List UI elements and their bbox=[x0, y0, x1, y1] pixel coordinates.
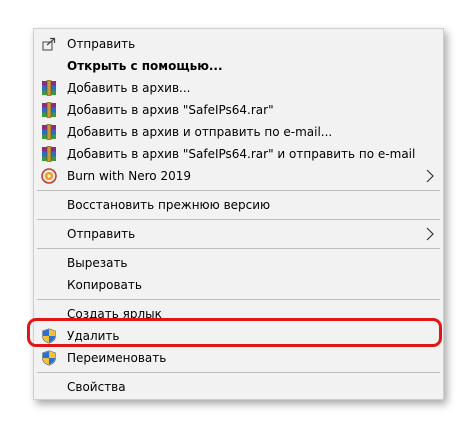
menu-item-properties[interactable]: Свойства bbox=[34, 376, 443, 398]
nero-icon bbox=[41, 168, 57, 184]
menu-item-label: Отправить bbox=[67, 227, 136, 241]
menu-item-label: Восстановить прежнюю версию bbox=[67, 198, 271, 212]
menu-item-label: Открыть с помощью... bbox=[67, 59, 223, 73]
menu-item-label: Отправить bbox=[67, 37, 136, 51]
uac-shield-icon bbox=[42, 350, 56, 366]
menu-separator bbox=[37, 372, 440, 373]
screenshot-canvas: Отправить Открыть с помощью... Добавить … bbox=[0, 0, 474, 430]
menu-item-rename[interactable]: Переименовать bbox=[34, 347, 443, 369]
menu-item-share[interactable]: Отправить bbox=[34, 33, 443, 55]
winrar-icon bbox=[42, 124, 56, 140]
menu-item-label: Свойства bbox=[67, 380, 126, 394]
winrar-icon bbox=[42, 146, 56, 162]
menu-item-open-with[interactable]: Открыть с помощью... bbox=[34, 55, 443, 77]
menu-item-label: Добавить в архив... bbox=[67, 81, 191, 95]
chevron-right-icon bbox=[426, 227, 434, 241]
menu-separator bbox=[37, 299, 440, 300]
menu-item-burn-with-nero[interactable]: Burn with Nero 2019 bbox=[34, 165, 443, 187]
winrar-icon bbox=[42, 80, 56, 96]
menu-item-add-to-archive[interactable]: Добавить в архив... bbox=[34, 77, 443, 99]
delete-highlight-frame bbox=[27, 318, 442, 347]
menu-item-label: Копировать bbox=[67, 278, 142, 292]
menu-item-add-named-archive-and-email[interactable]: Добавить в архив "SafeIPs64.rar" и отпра… bbox=[34, 143, 443, 165]
menu-separator bbox=[37, 190, 440, 191]
menu-item-copy[interactable]: Копировать bbox=[34, 274, 443, 296]
menu-item-label: Добавить в архив "SafeIPs64.rar" и отпра… bbox=[67, 147, 416, 161]
menu-item-restore-previous-version[interactable]: Восстановить прежнюю версию bbox=[34, 194, 443, 216]
winrar-icon bbox=[42, 102, 56, 118]
chevron-right-icon bbox=[426, 169, 434, 183]
menu-item-add-to-named-archive[interactable]: Добавить в архив "SafeIPs64.rar" bbox=[34, 99, 443, 121]
menu-item-label: Добавить в архив "SafeIPs64.rar" bbox=[67, 103, 274, 117]
menu-item-label: Добавить в архив и отправить по e-mail..… bbox=[67, 125, 333, 139]
menu-separator bbox=[37, 248, 440, 249]
menu-item-label: Переименовать bbox=[67, 351, 167, 365]
menu-item-cut[interactable]: Вырезать bbox=[34, 252, 443, 274]
menu-item-label: Вырезать bbox=[67, 256, 128, 270]
menu-item-send-to[interactable]: Отправить bbox=[34, 223, 443, 245]
share-icon bbox=[42, 37, 56, 51]
menu-item-add-archive-and-email[interactable]: Добавить в архив и отправить по e-mail..… bbox=[34, 121, 443, 143]
menu-separator bbox=[37, 219, 440, 220]
menu-item-label: Burn with Nero 2019 bbox=[67, 169, 191, 183]
